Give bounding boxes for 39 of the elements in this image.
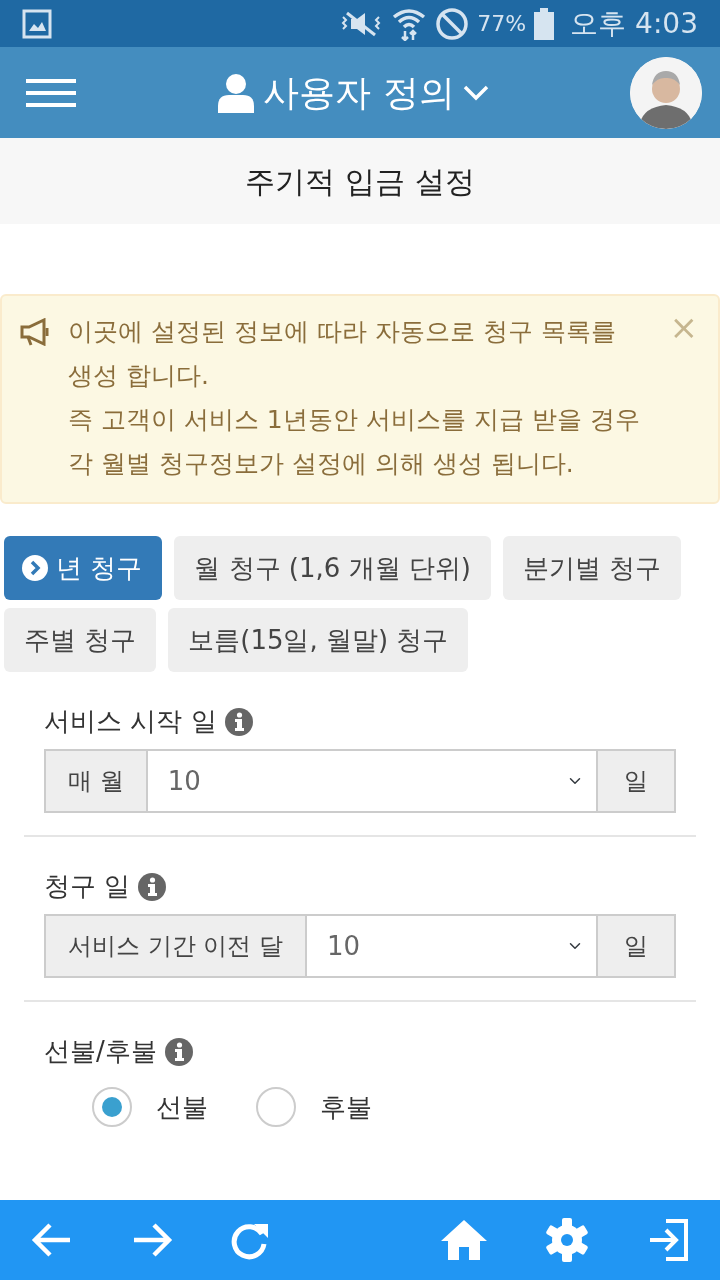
page-title: 주기적 입금 설정	[0, 138, 720, 224]
input-suffix: 일	[596, 914, 676, 978]
settings-icon[interactable]	[544, 1217, 590, 1263]
wifi-icon	[391, 6, 428, 41]
tab[interactable]: 년 청구	[4, 536, 163, 600]
status-time: 오후 4:03	[570, 5, 698, 42]
tab[interactable]: 분기별 청구	[502, 536, 682, 600]
radio-label: 후불	[320, 1090, 372, 1124]
user-icon	[217, 72, 256, 113]
field-label: 청구 일	[44, 870, 131, 903]
field-label: 서비스 시작 일	[44, 705, 217, 738]
chevron-down-icon[interactable]	[462, 84, 489, 101]
megaphone-icon	[20, 318, 52, 346]
battery-percentage: 77%	[477, 10, 527, 38]
input-prefix: 서비스 기간 이전 달	[44, 914, 307, 978]
tab[interactable]: 보름(15일, 월말) 청구	[168, 608, 469, 672]
info-icon[interactable]	[138, 872, 167, 901]
tab[interactable]: 주별 청구	[4, 608, 157, 672]
tab[interactable]: 월 청구 (1,6 개월 단위)	[174, 536, 491, 600]
select-field[interactable]: 10	[147, 749, 596, 813]
radio-label: 선불	[156, 1090, 208, 1124]
select-field[interactable]: 10	[306, 914, 596, 978]
gallery-icon	[22, 8, 52, 39]
input-suffix: 일	[596, 749, 676, 813]
header-title[interactable]: 사용자 정의	[263, 65, 455, 120]
chevron-circle-icon	[22, 555, 48, 581]
battery-icon	[534, 7, 555, 40]
info-icon[interactable]	[164, 1037, 193, 1066]
home-icon[interactable]	[440, 1219, 488, 1261]
avatar[interactable]	[630, 56, 702, 129]
info-icon[interactable]	[224, 707, 253, 736]
menu-icon[interactable]	[26, 78, 76, 107]
radio-button[interactable]	[92, 1087, 132, 1127]
alert-text: 즉 고객이 서비스 1년동안 서비스를 지급 받을 경우 각 월별 청구정보가 설정에 의해 생성 됩니다.	[68, 404, 641, 480]
blocked-icon	[435, 6, 470, 41]
radio-button[interactable]	[256, 1087, 296, 1127]
input-prefix: 매 월	[44, 749, 148, 813]
field-label: 선불/후불	[44, 1035, 157, 1068]
alert-text: 이곳에 설정된 정보에 따라 자동으로 청구 목록를 생성 합니다.	[68, 316, 617, 392]
